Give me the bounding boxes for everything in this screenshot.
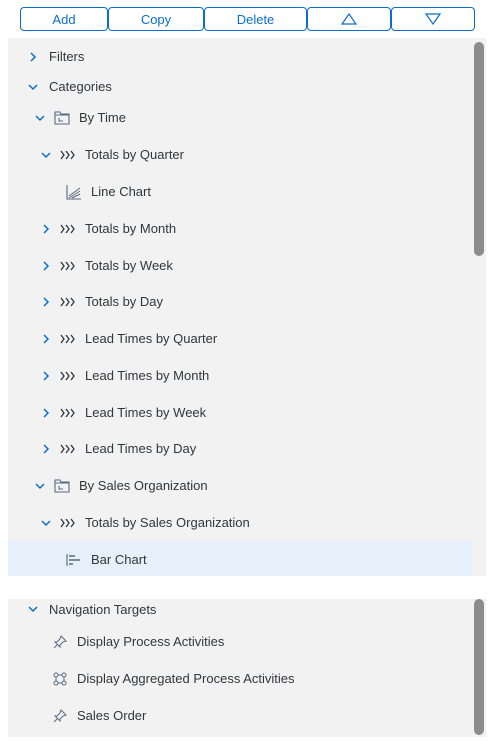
chevron-right-icon[interactable]	[39, 295, 53, 309]
nav-item-label: Display Process Activities	[77, 634, 225, 649]
tree-item-totals-by-week[interactable]: Totals by Week	[8, 247, 472, 284]
process-chevrons-icon	[59, 294, 77, 310]
tree-item-label: Totals by Week	[85, 258, 173, 273]
nav-item-label: Sales Order	[77, 708, 147, 723]
bar-chart-icon	[65, 552, 83, 568]
process-chevrons-icon	[59, 441, 77, 457]
tree-item-label: By Time	[79, 110, 126, 125]
tree-item-label: Totals by Day	[85, 294, 164, 309]
tree-item-label: Lead Times by Month	[85, 368, 210, 383]
process-chevrons-icon	[59, 147, 77, 163]
network-icon	[51, 671, 69, 687]
tree-item-navigation-targets[interactable]: Navigation Targets	[8, 599, 472, 619]
chevron-down-icon[interactable]	[33, 479, 47, 493]
chevron-right-icon[interactable]	[39, 369, 53, 383]
tree-item-lead-times-by-month[interactable]: Lead Times by Month	[8, 357, 472, 394]
tree-item-label: Lead Times by Week	[85, 405, 207, 420]
process-chevrons-icon	[59, 405, 77, 421]
move-down-button[interactable]	[391, 7, 475, 31]
tree-item-label: Line Chart	[91, 184, 151, 199]
navigation-scrollbar[interactable]	[474, 599, 484, 735]
nav-item-sales-order[interactable]: Sales Order	[8, 697, 472, 734]
tree-item-label: By Sales Organization	[79, 478, 208, 493]
chevron-down-icon[interactable]	[33, 111, 47, 125]
tree-item-totals-by-sales-organization[interactable]: Totals by Sales Organization	[8, 504, 472, 541]
tree-item-label: Totals by Month	[85, 221, 177, 236]
tree-item-label: Totals by Quarter	[85, 147, 184, 162]
process-chevrons-icon	[59, 221, 77, 237]
process-chevrons-icon	[59, 258, 77, 274]
move-up-button[interactable]	[307, 7, 391, 31]
tree-item-label: Filters	[49, 49, 85, 64]
tree-scrollbar[interactable]	[474, 42, 484, 256]
tree-item-bar-chart[interactable]: Bar Chart	[8, 541, 472, 576]
tree-item-label: Lead Times by Day	[85, 441, 197, 456]
chevron-right-icon[interactable]	[39, 442, 53, 456]
chevron-down-icon[interactable]	[26, 80, 40, 94]
copy-button-label: Copy	[140, 11, 172, 27]
folder-category-icon	[53, 110, 71, 126]
tree-item-label: Totals by Sales Organization	[85, 515, 250, 530]
tree-item-totals-by-quarter[interactable]: Totals by Quarter	[8, 136, 472, 173]
chevron-right-icon[interactable]	[26, 50, 40, 64]
tree-item-line-chart[interactable]: Line Chart	[8, 173, 472, 210]
chevron-down-icon[interactable]	[26, 602, 40, 616]
tree-item-lead-times-by-day[interactable]: Lead Times by Day	[8, 430, 472, 467]
tree-item-totals-by-day[interactable]: Totals by Day	[8, 283, 472, 320]
pin-icon	[51, 708, 69, 724]
line-chart-icon	[65, 184, 83, 200]
chevron-right-icon[interactable]	[39, 259, 53, 273]
delete-button[interactable]: Delete	[204, 7, 307, 31]
pin-icon	[51, 634, 69, 650]
nav-item-display-aggregated-process-activities[interactable]: Display Aggregated Process Activities	[8, 660, 472, 697]
tree-item-totals-by-month[interactable]: Totals by Month	[8, 210, 472, 247]
tree-item-label: Categories	[49, 79, 112, 94]
nav-item-label: Display Aggregated Process Activities	[77, 671, 295, 686]
triangle-down-icon	[425, 13, 441, 25]
chevron-right-icon[interactable]	[39, 222, 53, 236]
copy-button[interactable]: Copy	[108, 7, 204, 31]
chevron-right-icon[interactable]	[39, 332, 53, 346]
navigation-targets-panel: Navigation Targets Display Process Activ…	[8, 599, 486, 737]
delete-button-label: Delete	[236, 11, 275, 27]
chevron-right-icon[interactable]	[39, 406, 53, 420]
triangle-up-icon	[341, 13, 357, 25]
toolbar: Add Copy Delete	[0, 0, 492, 38]
add-button-label: Add	[52, 11, 76, 27]
nav-item-display-process-activities[interactable]: Display Process Activities	[8, 623, 472, 660]
configuration-tree: Filters Categories By Time Totals by Qua…	[8, 38, 486, 576]
tree-item-lead-times-by-week[interactable]: Lead Times by Week	[8, 394, 472, 431]
process-chevrons-icon	[59, 368, 77, 384]
chevron-down-icon[interactable]	[39, 148, 53, 162]
tree-item-by-sales-organization[interactable]: By Sales Organization	[8, 467, 472, 504]
folder-category-icon	[53, 478, 71, 494]
tree-item-by-time[interactable]: By Time	[8, 99, 472, 136]
process-chevrons-icon	[59, 515, 77, 531]
add-button[interactable]: Add	[20, 7, 108, 31]
process-chevrons-icon	[59, 331, 77, 347]
tree-item-label: Bar Chart	[91, 552, 147, 567]
chevron-down-icon[interactable]	[39, 516, 53, 530]
tree-item-lead-times-by-quarter[interactable]: Lead Times by Quarter	[8, 320, 472, 357]
tree-item-label: Navigation Targets	[49, 601, 157, 617]
tree-item-label: Lead Times by Quarter	[85, 331, 218, 346]
